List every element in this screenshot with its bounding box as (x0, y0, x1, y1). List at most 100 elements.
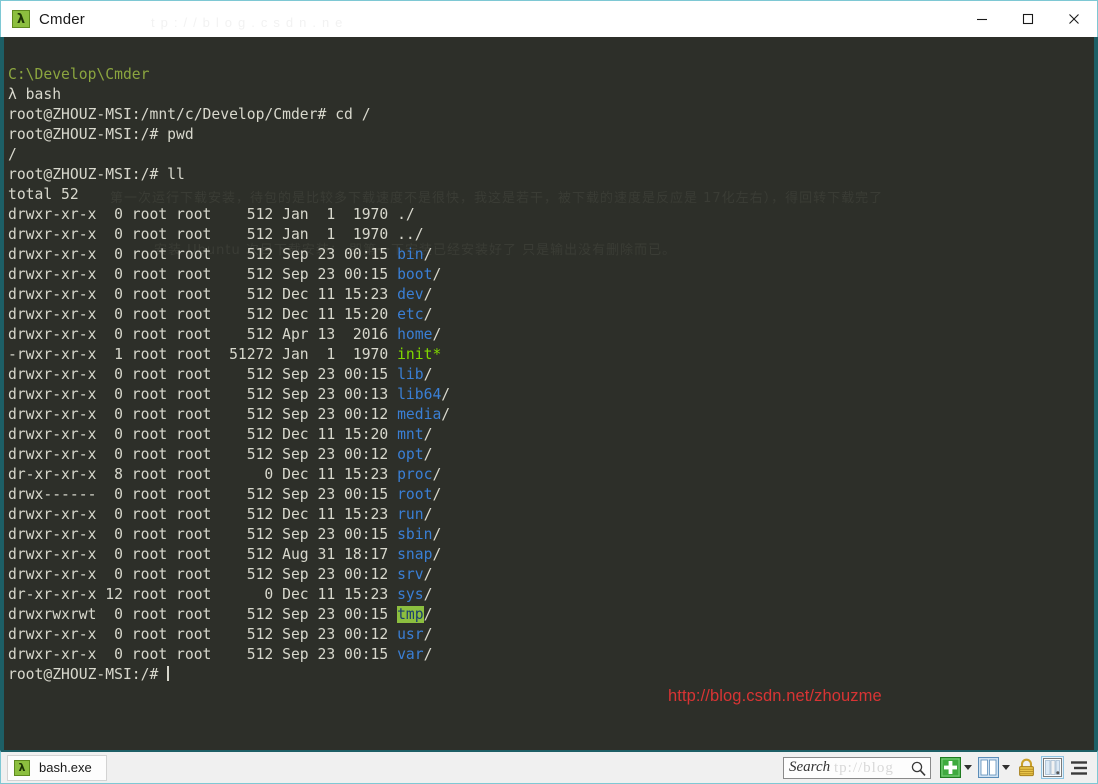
status-bar-right: Search tp://blog (783, 756, 1093, 779)
entry-suffix: / (423, 626, 433, 643)
terminal-listing-row: drwxr-xr-x 0 root root 512 Dec 11 15:20 … (8, 425, 1094, 445)
entry-suffix: / (432, 266, 442, 283)
listing-meta: drwxr-xr-x 0 root root 512 Sep 23 00:12 (8, 626, 398, 643)
entry-name: lib64 (397, 386, 442, 403)
entry-name: media (397, 406, 442, 423)
entry-suffix: / (441, 406, 451, 423)
status-bar: λ bash.exe da. / ( ) Search tp://blog (0, 750, 1098, 784)
listing-meta: drwxr-xr-x 0 root root 512 Sep 23 00:15 (8, 646, 398, 663)
window-controls (959, 1, 1097, 37)
entry-name: run (397, 506, 424, 523)
minimize-icon (977, 18, 987, 21)
terminal-listing-row: drwxr-xr-x 0 root root 512 Aug 31 18:17 … (8, 545, 1094, 565)
maximize-button[interactable] (1005, 1, 1051, 37)
entry-suffix: / (423, 426, 433, 443)
terminal-panel[interactable]: 第一次运行下载安装，待包的是比较多下载速度不是很快，我这是若干，被下载的速度是反… (0, 37, 1098, 750)
prompt-text: root@ZHOUZ-MSI:/# (8, 126, 168, 143)
title-bar: λ Cmder tp://blog.csdn.ne (0, 0, 1098, 37)
panel-icon (1043, 758, 1062, 777)
terminal-listing-row: drwxr-xr-x 0 root root 512 Jan 1 1970 ./ (8, 205, 1094, 225)
terminal-listing-row: drwxr-xr-x 0 root root 512 Sep 23 00:15 … (8, 645, 1094, 665)
split-pane-dropdown[interactable] (1002, 765, 1010, 770)
split-pane-button[interactable] (978, 757, 999, 778)
terminal-command-line-4: total 52 (8, 185, 1094, 205)
entry-name: bin (397, 246, 424, 263)
listing-meta: drwxr-xr-x 0 root root 512 Sep 23 00:12 (8, 406, 398, 423)
entry-suffix: / (423, 286, 433, 303)
terminal-output: C:\Develop\Cmder λ bash root@ZHOUZ-MSI:/mn… (8, 37, 1094, 750)
entry-suffix: / (423, 506, 433, 523)
terminal-listing-row: drwxr-xr-x 0 root root 512 Sep 23 00:12 … (8, 405, 1094, 425)
listing-meta: drwxr-xr-x 0 root root 512 Jan 1 1970 (8, 206, 398, 223)
terminal-listing-row: drwx------ 0 root root 512 Sep 23 00:15 … (8, 485, 1094, 505)
terminal-listing-row: drwxr-xr-x 0 root root 512 Sep 23 00:12 … (8, 625, 1094, 645)
terminal-command-line-0: root@ZHOUZ-MSI:/mnt/c/Develop/Cmder# cd … (8, 105, 1094, 125)
entry-suffix: / (423, 606, 433, 623)
cwd-text: C:\Develop\Cmder (8, 66, 150, 83)
prompt-text: root@ZHOUZ-MSI:/# (8, 666, 168, 683)
entry-suffix: / (432, 546, 442, 563)
prompt-text: root@ZHOUZ-MSI:/# (8, 166, 168, 183)
terminal-command-line-2: / (8, 145, 1094, 165)
entry-suffix: / (432, 466, 442, 483)
listing-meta: drwxr-xr-x 0 root root 512 Dec 11 15:23 (8, 286, 398, 303)
listing-meta: drwxr-xr-x 0 root root 512 Aug 31 18:17 (8, 546, 398, 563)
entry-name: dev (397, 286, 424, 303)
listing-meta: drwxr-xr-x 0 root root 512 Jan 1 1970 (8, 226, 398, 243)
terminal-command-line-3: root@ZHOUZ-MSI:/# ll (8, 165, 1094, 185)
terminal-listing-row: -rwxr-xr-x 1 root root 51272 Jan 1 1970 … (8, 345, 1094, 365)
maximize-icon (1022, 13, 1034, 25)
listing-meta: drwxr-xr-x 0 root root 512 Dec 11 15:20 (8, 306, 398, 323)
entry-suffix: / (441, 386, 451, 403)
listing-meta: drwxr-xr-x 0 root root 512 Sep 23 00:12 (8, 446, 398, 463)
entry-suffix: / (432, 326, 442, 343)
terminal-listing-row: drwxr-xr-x 0 root root 512 Apr 13 2016 h… (8, 325, 1094, 345)
entry-name: var (397, 646, 424, 663)
minimize-button[interactable] (959, 1, 1005, 37)
menu-button[interactable] (1069, 759, 1089, 777)
terminal-listing-row: dr-xr-xr-x 8 root root 0 Dec 11 15:23 pr… (8, 465, 1094, 485)
entry-name: proc (397, 466, 433, 483)
terminal-shell-line: λ bash (8, 85, 1094, 105)
entry-name: ../ (397, 226, 424, 243)
watermark-url: http://blog.csdn.net/zhouzme (668, 687, 882, 705)
terminal-cwd-line: C:\Develop\Cmder (8, 65, 1094, 85)
plus-icon (940, 757, 961, 778)
listing-meta: drwxr-xr-x 0 root root 512 Apr 13 2016 (8, 326, 398, 343)
close-button[interactable] (1051, 1, 1097, 37)
search-icon[interactable] (910, 760, 927, 782)
hamburger-menu-icon (1071, 760, 1087, 775)
panel-view-button[interactable] (1041, 756, 1064, 779)
listing-meta: drwxr-xr-x 0 root root 512 Sep 23 00:12 (8, 566, 398, 583)
terminal-listing-row: drwxr-xr-x 0 root root 512 Sep 23 00:15 … (8, 365, 1094, 385)
terminal-listing-row: drwxr-xr-x 0 root root 512 Sep 23 00:15 … (8, 265, 1094, 285)
command-text: pwd (167, 126, 194, 143)
entry-suffix: / (432, 526, 442, 543)
entry-name: root (397, 486, 433, 503)
terminal-listing-row: drwxr-xr-x 0 root root 512 Sep 23 00:12 … (8, 565, 1094, 585)
terminal-listing-row: dr-xr-xr-x 12 root root 0 Dec 11 15:23 s… (8, 585, 1094, 605)
title-ghost-text: tp://blog.csdn.ne (151, 15, 349, 30)
listing-meta: drwxrwxrwt 0 root root 512 Sep 23 00:15 (8, 606, 398, 623)
terminal-listing-row: drwxr-xr-x 0 root root 512 Dec 11 15:20 … (8, 305, 1094, 325)
tab-bash-exe[interactable]: λ bash.exe (7, 754, 107, 781)
terminal-listing-row: drwxr-xr-x 0 root root 512 Dec 11 15:23 … (8, 285, 1094, 305)
listing-meta: drwxr-xr-x 0 root root 512 Sep 23 00:15 (8, 526, 398, 543)
terminal-command-line-1: root@ZHOUZ-MSI:/# pwd (8, 125, 1094, 145)
new-console-button[interactable] (940, 757, 961, 778)
entry-name: mnt (397, 426, 424, 443)
listing-meta: drwxr-xr-x 0 root root 512 Sep 23 00:13 (8, 386, 398, 403)
entry-name: sbin (397, 526, 433, 543)
command-text: ll (167, 166, 185, 183)
entry-name: home (397, 326, 433, 343)
lock-button[interactable] (1016, 757, 1037, 778)
terminal-listing-row: drwxr-xr-x 0 root root 512 Sep 23 00:15 … (8, 525, 1094, 545)
tab-label: bash.exe (39, 760, 92, 775)
search-input[interactable]: Search tp://blog (783, 756, 931, 782)
terminal-listing-row: drwxr-xr-x 0 root root 512 Sep 23 00:13 … (8, 385, 1094, 405)
lock-icon (1019, 758, 1034, 777)
listing-meta: drwxr-xr-x 0 root root 512 Sep 23 00:15 (8, 366, 398, 383)
new-console-dropdown[interactable] (964, 765, 972, 770)
entry-suffix: / (423, 446, 433, 463)
entry-suffix: / (432, 486, 442, 503)
